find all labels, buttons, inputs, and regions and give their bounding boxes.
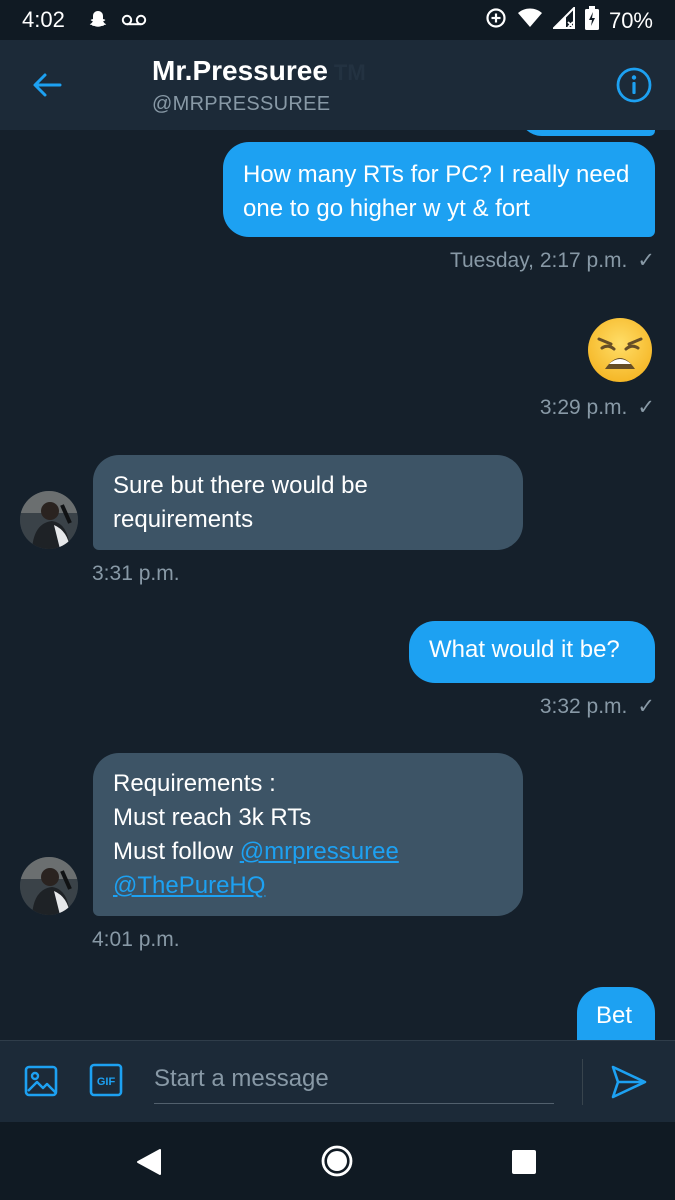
message-composer: GIF	[0, 1040, 675, 1123]
composer-divider	[582, 1059, 583, 1105]
message-text: Sure but there would be requirements	[113, 472, 368, 533]
signal-icon	[551, 5, 575, 34]
message-timestamp: 3:29 p.m. ✓	[540, 395, 655, 420]
contact-name-suffix: TM	[333, 60, 366, 85]
back-button[interactable]	[30, 68, 64, 102]
message-timestamp: 4:01 p.m.	[92, 928, 180, 951]
sent-check-icon: ✓	[637, 396, 655, 419]
message-timestamp: Tuesday, 2:17 p.m. ✓	[450, 248, 655, 273]
mention-link[interactable]: @mrpressuree	[240, 838, 399, 865]
message-line: Must follow	[113, 838, 234, 865]
timestamp-text: 3:29 p.m.	[539, 396, 628, 419]
add-gif-button[interactable]: GIF	[89, 1063, 123, 1097]
timestamp-text: 3:32 p.m.	[539, 695, 628, 718]
message-text: How many RTs for PC? I really need one t…	[243, 161, 630, 222]
message-bubble-incoming[interactable]: Requirements : Must reach 3k RTs Must fo…	[93, 753, 523, 916]
gif-icon: GIF	[89, 1063, 123, 1097]
message-line: Must reach 3k RTs	[113, 804, 312, 831]
battery-icon	[584, 6, 599, 35]
message-text: Bet	[596, 1002, 633, 1029]
image-icon	[24, 1065, 58, 1097]
nav-home-button[interactable]	[320, 1144, 354, 1183]
status-time: 4:02	[22, 7, 65, 32]
message-bubble-outgoing[interactable]: How many RTs for PC? I really need one t…	[223, 142, 655, 237]
message-bubble-cutoff[interactable]	[519, 130, 655, 136]
system-nav-bar	[0, 1122, 675, 1200]
contact-name-text: Mr.Pressuree	[152, 55, 328, 86]
wifi-icon	[517, 7, 543, 34]
contact-handle: @MRPRESSUREE	[152, 93, 331, 115]
status-bar: 4:02 70%	[0, 0, 675, 40]
message-text: What would it be?	[429, 636, 620, 663]
voicemail-icon	[121, 13, 147, 31]
battery-percent: 70%	[608, 7, 653, 33]
circle-home-icon	[321, 1145, 353, 1177]
message-bubble-outgoing[interactable]: Bet	[577, 987, 655, 1040]
nav-recents-button[interactable]	[511, 1149, 537, 1180]
weary-face-emoji[interactable]	[587, 317, 653, 383]
gif-label: GIF	[97, 1076, 116, 1088]
info-icon	[616, 67, 652, 103]
send-button[interactable]	[610, 1064, 648, 1100]
nav-back-button[interactable]	[136, 1148, 162, 1181]
send-icon	[611, 1065, 647, 1099]
info-button[interactable]	[615, 66, 653, 104]
conversation-thread: How many RTs for PC? I really need one t…	[0, 130, 675, 1040]
message-input[interactable]	[154, 1055, 554, 1104]
mention-link[interactable]: @ThePureHQ	[113, 872, 265, 899]
triangle-back-icon	[137, 1149, 161, 1175]
data-saver-icon	[485, 7, 507, 34]
message-timestamp: 3:31 p.m.	[92, 562, 180, 585]
timestamp-text: Tuesday, 2:17 p.m.	[449, 249, 628, 272]
message-bubble-outgoing[interactable]: What would it be?	[409, 621, 655, 683]
sent-check-icon: ✓	[637, 249, 655, 272]
avatar[interactable]	[20, 857, 78, 915]
conversation-header: Mr.Pressuree TM @MRPRESSUREE	[0, 40, 675, 130]
avatar[interactable]	[20, 491, 78, 549]
arrow-left-icon	[33, 73, 62, 97]
square-recents-icon	[512, 1150, 536, 1174]
snapchat-icon	[88, 9, 108, 34]
message-timestamp: 3:32 p.m. ✓	[540, 694, 655, 719]
add-image-button[interactable]	[24, 1065, 58, 1097]
contact-name[interactable]: Mr.Pressuree TM	[152, 55, 366, 87]
message-line: Requirements :	[113, 770, 276, 797]
message-bubble-incoming[interactable]: Sure but there would be requirements	[93, 455, 523, 550]
sent-check-icon: ✓	[637, 695, 655, 718]
